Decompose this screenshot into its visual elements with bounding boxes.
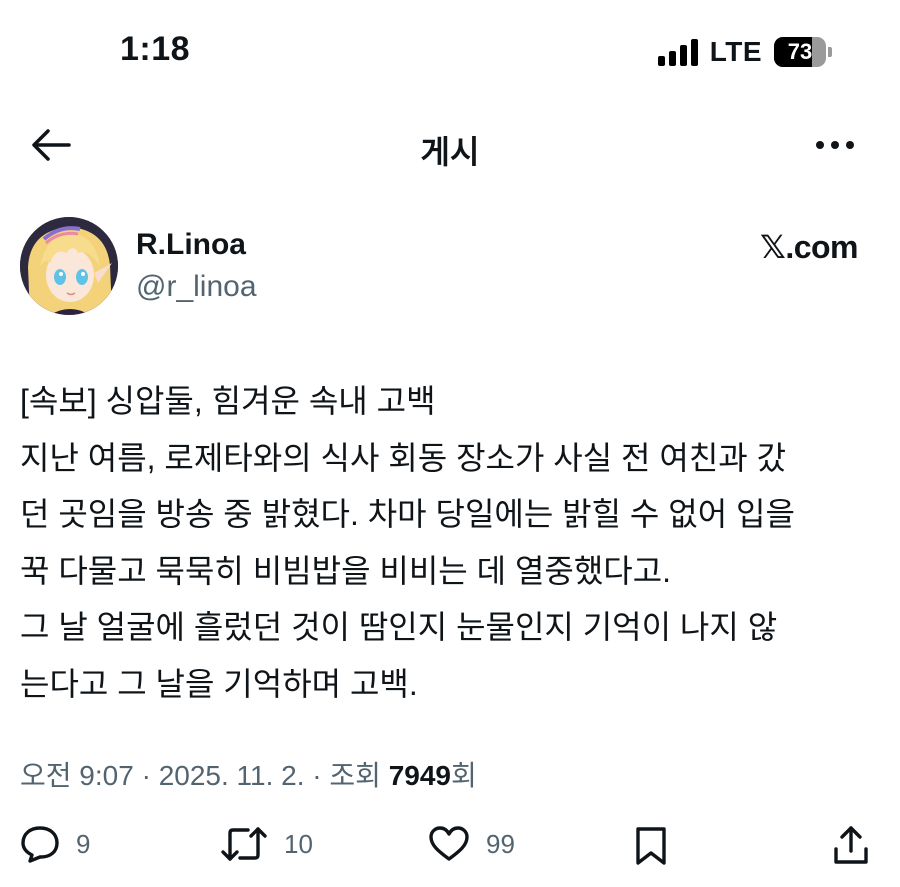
share-icon — [834, 826, 868, 864]
post-line: 는다고 그 날을 기억하며 고백. — [20, 665, 418, 702]
bookmark-button[interactable] — [634, 825, 668, 867]
reply-icon — [21, 826, 59, 863]
meta-separator: · — [133, 760, 159, 791]
repost-count: 10 — [284, 828, 313, 859]
post-meta: 오전 9:07 · 2025. 11. 2. · 조회 7949회 — [20, 754, 477, 794]
battery-icon: 73 — [774, 37, 832, 67]
repost-button[interactable]: 10 — [220, 825, 313, 863]
like-button[interactable]: 99 — [428, 825, 515, 863]
post-line: 꾹 다물고 묵묵히 비빔밥을 비비는 데 열중했다고. — [20, 552, 672, 589]
more-dots-icon — [816, 141, 854, 149]
page-title: 게시 — [420, 134, 480, 170]
share-button[interactable] — [832, 825, 870, 865]
status-time: 1:18 — [120, 30, 191, 68]
views-suffix: 회 — [451, 760, 477, 791]
action-bar: 9 10 99 — [20, 825, 870, 871]
views-count: 7949 — [388, 760, 452, 791]
reply-button[interactable]: 9 — [20, 825, 90, 863]
battery-level: 73 — [787, 39, 813, 64]
author-name[interactable]: R.Linoa — [136, 228, 246, 262]
avatar[interactable] — [20, 217, 118, 315]
status-indicators: LTE 73 — [657, 36, 832, 68]
reply-count: 9 — [76, 828, 91, 859]
bookmark-icon — [636, 827, 666, 865]
post-line: 던 곳임을 방송 중 밝혔다. 차마 당일에는 밝힐 수 없어 입을 — [20, 496, 795, 532]
like-count: 99 — [486, 828, 515, 859]
signal-icon — [657, 38, 698, 66]
more-button[interactable] — [812, 130, 858, 160]
post-line: [속보] 싱압둘, 힘겨운 속내 고백 — [20, 383, 436, 419]
post-line: 그 날 얼굴에 흘렀던 것이 땀인지 눈물인지 기억이 나지 않 — [20, 609, 778, 645]
post-text: [속보] 싱압둘, 힘겨운 속내 고백 지난 여름, 로제타와의 식사 회동 장… — [20, 373, 880, 712]
post-line: 지난 여름, 로제타와의 식사 회동 장소가 사실 전 여친과 갔 — [20, 439, 787, 476]
views-label: 조회 — [329, 760, 389, 791]
network-type: LTE — [709, 36, 762, 67]
meta-separator: · — [304, 760, 330, 791]
author-handle[interactable]: @r_linoa — [136, 270, 257, 304]
source-label: 𝕏.com — [760, 229, 858, 265]
avatar-image — [20, 217, 118, 315]
heart-icon — [429, 826, 469, 861]
post-date: 2025. 11. 2. — [158, 760, 305, 791]
repost-icon — [221, 827, 267, 861]
post-time: 오전 9:07 — [20, 760, 134, 791]
